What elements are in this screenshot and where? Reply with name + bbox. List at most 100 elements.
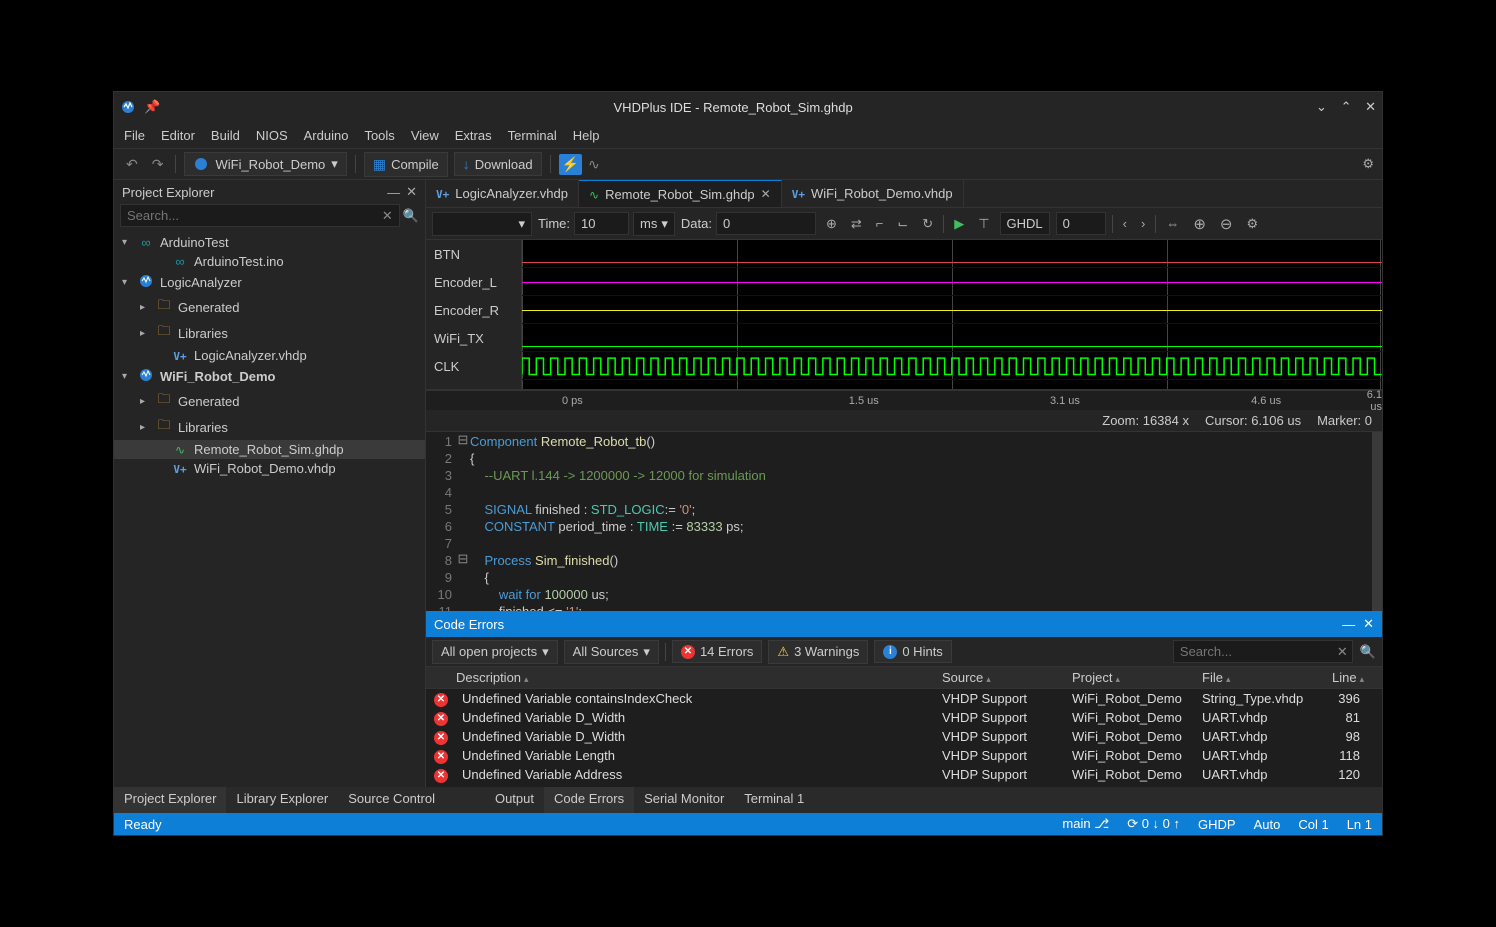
wave-toolbar-icon[interactable]: ∿ xyxy=(588,156,600,173)
menu-help[interactable]: Help xyxy=(573,128,600,143)
project-selector[interactable]: WiFi_Robot_Demo ▾ xyxy=(184,152,346,176)
menu-view[interactable]: View xyxy=(411,128,439,143)
tree-item[interactable]: ▾∞ArduinoTest xyxy=(114,233,425,252)
undo-button[interactable]: ↶ xyxy=(122,154,142,175)
errors-minimize-icon[interactable]: — xyxy=(1342,617,1355,632)
time-unit-dropdown[interactable]: ms ▾ xyxy=(633,212,675,236)
bottom-tab[interactable]: Code Errors xyxy=(544,787,634,813)
menu-arduino[interactable]: Arduino xyxy=(304,128,349,143)
editor-tab[interactable]: ∿Remote_Robot_Sim.ghdp✕ xyxy=(579,180,782,207)
bottom-tab[interactable]: Library Explorer xyxy=(226,787,338,813)
redo-button[interactable]: ↷ xyxy=(148,154,168,175)
menu-tools[interactable]: Tools xyxy=(364,128,394,143)
clear-search-icon[interactable]: ✕ xyxy=(382,208,393,224)
hints-count-button[interactable]: i0 Hints xyxy=(874,640,951,663)
bottom-tab[interactable]: Serial Monitor xyxy=(634,787,734,813)
tree-item[interactable]: V+WiFi_Robot_Demo.vhdp xyxy=(114,459,425,478)
errors-search-input[interactable] xyxy=(1173,640,1353,663)
tree-item[interactable]: ▸🗀Libraries xyxy=(114,414,425,440)
download-button[interactable]: ↓ Download xyxy=(454,152,542,176)
fit-icon[interactable]: ⇔ xyxy=(1162,214,1183,233)
tree-item[interactable]: ∞ArduinoTest.ino xyxy=(114,252,425,271)
error-row[interactable]: ✕Undefined Variable containsIndexCheckVH… xyxy=(426,689,1382,708)
col-description[interactable]: Description xyxy=(456,670,521,685)
signal-label[interactable]: Encoder_R xyxy=(426,296,521,324)
bottom-tab[interactable]: Project Explorer xyxy=(114,787,226,813)
tree-item[interactable]: V+LogicAnalyzer.vhdp xyxy=(114,346,425,365)
code-content[interactable]: Component Remote_Robot_tb(){ --UART l.14… xyxy=(470,432,1372,611)
compile-button[interactable]: ▦ Compile xyxy=(364,152,448,177)
pin-icon[interactable]: 📌 xyxy=(144,99,160,115)
close-icon[interactable]: ✕ xyxy=(1365,99,1376,114)
status-lang[interactable]: GHDP xyxy=(1198,817,1236,832)
tree-item[interactable]: ▾WiFi_Robot_Demo xyxy=(114,365,425,388)
errors-close-icon[interactable]: ✕ xyxy=(1363,616,1374,632)
status-mode[interactable]: Auto xyxy=(1254,817,1281,832)
sim-mode-dropdown[interactable]: ▾ xyxy=(432,212,532,236)
errors-table-body[interactable]: ✕Undefined Variable containsIndexCheckVH… xyxy=(426,689,1382,787)
menu-extras[interactable]: Extras xyxy=(455,128,492,143)
status-sync[interactable]: ⟳ 0 ↓ 0 ↑ xyxy=(1127,816,1180,832)
editor-tab[interactable]: V+WiFi_Robot_Demo.vhdp xyxy=(782,180,964,207)
waveform-viewer[interactable]: BTNEncoder_LEncoder_RWiFi_TXCLK xyxy=(426,240,1382,390)
tree-item[interactable]: ▸🗀Generated xyxy=(114,388,425,414)
time-input[interactable] xyxy=(574,212,629,235)
menu-nios[interactable]: NIOS xyxy=(256,128,288,143)
minimize-panel-icon[interactable]: — xyxy=(387,185,400,200)
tree-item[interactable]: ▾LogicAnalyzer xyxy=(114,271,425,294)
tab-close-icon[interactable]: ✕ xyxy=(761,187,771,201)
restart-icon[interactable]: ↻ xyxy=(918,214,937,234)
errors-search-icon[interactable]: 🔍 xyxy=(1360,644,1376,660)
search-icon[interactable]: 🔍 xyxy=(403,208,419,224)
waveform-canvas[interactable] xyxy=(522,240,1382,389)
signal-label[interactable]: WiFi_TX xyxy=(426,324,521,352)
error-row[interactable]: ✕Undefined Variable AddressVHDP SupportW… xyxy=(426,765,1382,784)
tree-item[interactable]: ▸🗀Libraries xyxy=(114,320,425,346)
bottom-tab[interactable]: Source Control xyxy=(338,787,445,813)
step-down-icon[interactable]: ⌙ xyxy=(893,214,912,234)
project-search-input[interactable] xyxy=(120,204,400,227)
filter-source-dropdown[interactable]: All Sources ▾ xyxy=(564,640,659,664)
play-icon[interactable]: ▶ xyxy=(950,214,968,234)
project-tree[interactable]: ▾∞ArduinoTest∞ArduinoTest.ino▾LogicAnaly… xyxy=(114,231,425,787)
expand-down-icon[interactable]: ⌄ xyxy=(1316,99,1327,114)
col-line[interactable]: Line xyxy=(1332,670,1357,685)
serial-icon[interactable]: ⚡ xyxy=(559,154,582,175)
simulator-dropdown[interactable]: GHDL xyxy=(1000,212,1050,235)
menu-build[interactable]: Build xyxy=(211,128,240,143)
menu-file[interactable]: File xyxy=(124,128,145,143)
stop-icon[interactable]: ⊤ xyxy=(974,214,993,234)
errors-count-button[interactable]: ✕14 Errors xyxy=(672,640,762,663)
bottom-tab[interactable]: Output xyxy=(485,787,544,813)
next-icon[interactable]: › xyxy=(1137,214,1149,233)
error-row[interactable]: ✕Undefined Variable D_WidthVHDP SupportW… xyxy=(426,727,1382,746)
code-editor[interactable]: 123456789101112 ⊟⊟ Component Remote_Robo… xyxy=(426,432,1382,611)
signal-label[interactable]: Encoder_L xyxy=(426,268,521,296)
editor-scrollbar[interactable] xyxy=(1372,432,1382,611)
data-input[interactable] xyxy=(716,212,816,235)
maximize-icon[interactable]: ⌃ xyxy=(1341,99,1352,114)
close-panel-icon[interactable]: ✕ xyxy=(406,184,417,200)
clear-errors-search-icon[interactable]: ✕ xyxy=(1337,644,1348,660)
prev-icon[interactable]: ‹ xyxy=(1119,214,1131,233)
errors-table-header[interactable]: Description▴ Source▴ Project▴ File▴ Line… xyxy=(426,667,1382,689)
signal-label[interactable]: BTN xyxy=(426,240,521,268)
status-branch[interactable]: main ⎇ xyxy=(1062,816,1109,832)
filter-project-dropdown[interactable]: All open projects ▾ xyxy=(432,640,558,664)
col-project[interactable]: Project xyxy=(1072,670,1112,685)
add-icon[interactable]: ⊕ xyxy=(822,214,841,234)
bottom-tab[interactable]: Terminal 1 xyxy=(734,787,814,813)
fold-gutter[interactable]: ⊟⊟ xyxy=(456,432,470,611)
menu-terminal[interactable]: Terminal xyxy=(508,128,557,143)
tree-item[interactable]: ▸🗀Generated xyxy=(114,294,425,320)
zoom-in-icon[interactable]: ⊕ xyxy=(1189,213,1210,235)
error-row[interactable]: ✕Undefined Variable LengthVHDP SupportWi… xyxy=(426,746,1382,765)
sim-value-input[interactable] xyxy=(1056,212,1106,235)
col-file[interactable]: File xyxy=(1202,670,1223,685)
tree-item[interactable]: ∿Remote_Robot_Sim.ghdp xyxy=(114,440,425,459)
loop-icon[interactable]: ⇄ xyxy=(847,214,866,234)
zoom-out-icon[interactable]: ⊖ xyxy=(1216,213,1237,235)
menu-editor[interactable]: Editor xyxy=(161,128,195,143)
settings-icon[interactable]: ⚙ xyxy=(1362,156,1374,172)
col-source[interactable]: Source xyxy=(942,670,983,685)
